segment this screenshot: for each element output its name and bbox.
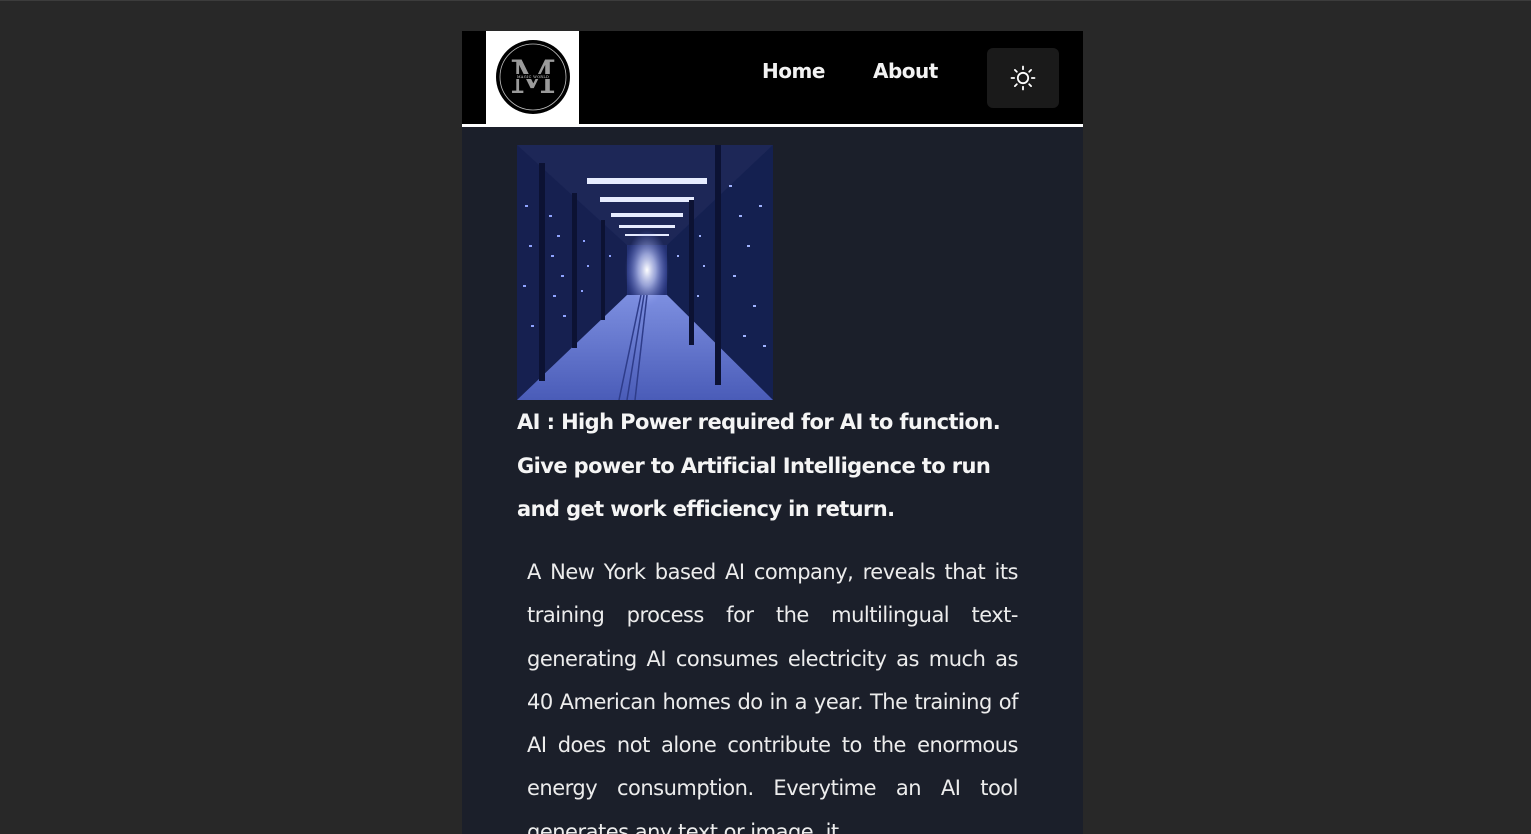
article-hero-image: [517, 145, 773, 400]
nav-link-home[interactable]: Home: [762, 59, 825, 83]
navbar: M MAGIC WORLD Home About: [462, 31, 1083, 124]
page-container: M MAGIC WORLD Home About AI: High Power…: [462, 31, 1083, 834]
article-title: AI : High Power required for AI to funct…: [517, 410, 1001, 521]
logo-ring-text: MAGIC WORLD: [517, 75, 549, 79]
theme-toggle-button[interactable]: [987, 48, 1059, 108]
site-logo[interactable]: M MAGIC WORLD: [486, 31, 579, 124]
logo-emblem-icon: M MAGIC WORLD: [496, 40, 570, 114]
article-body: A New York based AI company, reveals tha…: [527, 560, 1019, 834]
nav-link-about[interactable]: About: [873, 59, 938, 83]
window-top-border: [0, 0, 1531, 1]
navbar-bottom-border: [462, 124, 1083, 127]
sun-icon: [1010, 65, 1036, 91]
